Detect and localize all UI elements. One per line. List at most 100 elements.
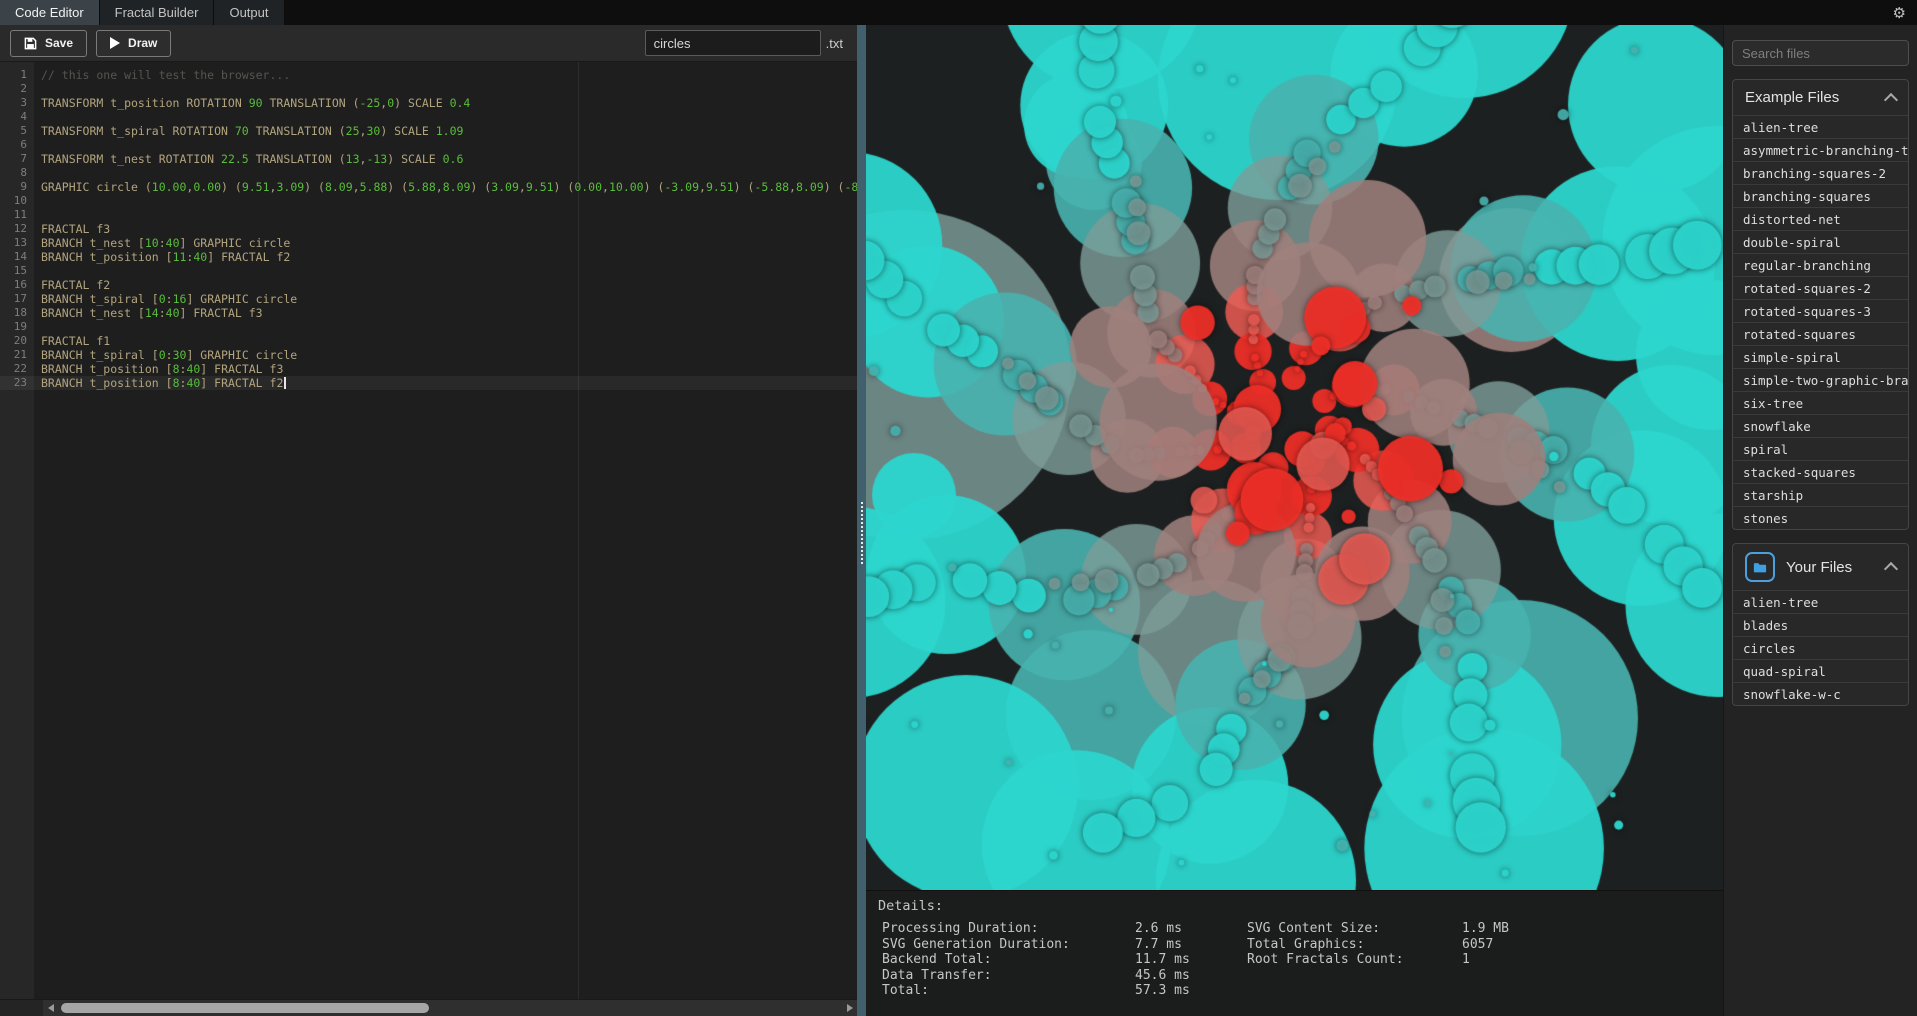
file-list-item[interactable]: alien-tree	[1733, 590, 1908, 613]
file-list-item[interactable]: distorted-net	[1733, 207, 1908, 230]
file-list-item[interactable]: snowflake	[1733, 414, 1908, 437]
pane-divider[interactable]	[857, 25, 866, 1016]
code-line[interactable]: 3TRANSFORM t_position ROTATION 90 TRANSL…	[0, 96, 857, 110]
scrollbar-track[interactable]	[58, 1000, 842, 1016]
file-list-item[interactable]: six-tree	[1733, 391, 1908, 414]
code-line[interactable]: 6	[0, 138, 857, 152]
code-line[interactable]: 22BRANCH t_position [8:40] FRACTAL f3	[0, 362, 857, 376]
your-files-header[interactable]: Your Files	[1733, 544, 1908, 590]
code-line[interactable]: 18BRANCH t_nest [14:40] FRACTAL f3	[0, 306, 857, 320]
save-button[interactable]: Save	[10, 30, 87, 57]
line-number: 5	[0, 124, 27, 138]
code-text: BRANCH t_spiral [0:30] GRAPHIC circle	[27, 348, 297, 362]
open-folder-button[interactable]	[1745, 552, 1775, 582]
chevron-up-icon	[1884, 92, 1898, 106]
file-list-item[interactable]: regular-branching	[1733, 253, 1908, 276]
line-number: 2	[0, 82, 27, 96]
file-list-item[interactable]: rotated-squares-3	[1733, 299, 1908, 322]
code-line[interactable]: 14BRANCH t_position [11:40] FRACTAL f2	[0, 250, 857, 264]
divider-grip[interactable]	[858, 506, 865, 560]
detail-value: 6057	[1462, 937, 1493, 953]
file-list-item[interactable]: circles	[1733, 636, 1908, 659]
file-list-item[interactable]: blades	[1733, 613, 1908, 636]
your-files-list: alien-treebladescirclesquad-spiralsnowfl…	[1733, 590, 1908, 705]
file-list-item[interactable]: branching-squares-2	[1733, 161, 1908, 184]
file-list-item[interactable]: asymmetric-branching-t	[1733, 138, 1908, 161]
code-line[interactable]: 4	[0, 110, 857, 124]
draw-label: Draw	[128, 36, 157, 50]
files-sidebar: Example Files alien-treeasymmetric-branc…	[1723, 25, 1917, 1016]
code-text: TRANSFORM t_position ROTATION 90 TRANSLA…	[27, 96, 470, 110]
code-line[interactable]: 1// this one will test the browser...	[0, 68, 857, 82]
code-line[interactable]: 10	[0, 194, 857, 208]
file-list-item[interactable]: rotated-squares	[1733, 322, 1908, 345]
code-editor[interactable]: 1// this one will test the browser...23T…	[0, 62, 857, 999]
code-line[interactable]: 5TRANSFORM t_spiral ROTATION 70 TRANSLAT…	[0, 124, 857, 138]
detail-label: SVG Generation Duration:	[882, 937, 1135, 953]
code-line[interactable]: 16FRACTAL f2	[0, 278, 857, 292]
details-right-column: SVG Content Size:1.9 MBTotal Graphics:60…	[1247, 921, 1509, 999]
search-input[interactable]	[1732, 40, 1909, 66]
code-text	[27, 110, 41, 124]
file-list-item[interactable]: starship	[1733, 483, 1908, 506]
play-icon	[110, 37, 120, 49]
code-line[interactable]: 12FRACTAL f3	[0, 222, 857, 236]
example-files-header[interactable]: Example Files	[1733, 80, 1908, 115]
line-number: 9	[0, 180, 27, 194]
scroll-left-arrow-icon	[48, 1004, 54, 1012]
detail-row: Backend Total:11.7 ms	[882, 952, 1245, 968]
code-text: FRACTAL f2	[27, 278, 110, 292]
file-list-item[interactable]: rotated-squares-2	[1733, 276, 1908, 299]
code-line[interactable]: 11	[0, 208, 857, 222]
code-text	[27, 194, 41, 208]
file-list-item[interactable]: spiral	[1733, 437, 1908, 460]
settings-gear-icon[interactable]: ⚙	[1893, 0, 1906, 25]
code-text: BRANCH t_position [8:40] FRACTAL f3	[27, 362, 283, 376]
scroll-left-button[interactable]	[43, 1000, 58, 1016]
file-list-item[interactable]: simple-two-graphic-bra	[1733, 368, 1908, 391]
tab-code-editor[interactable]: Code Editor	[0, 0, 100, 25]
your-files-title: Your Files	[1786, 559, 1852, 576]
draw-button[interactable]: Draw	[96, 30, 171, 57]
code-line[interactable]: 9GRAPHIC circle (10.00,0.00) (9.51,3.09)…	[0, 180, 857, 194]
detail-label: Backend Total:	[882, 952, 1135, 968]
fractal-canvas[interactable]	[866, 25, 1723, 890]
filename-input[interactable]	[645, 30, 821, 56]
folder-icon	[1753, 561, 1767, 574]
code-line[interactable]: 17BRANCH t_spiral [0:16] GRAPHIC circle	[0, 292, 857, 306]
code-line[interactable]: 8	[0, 166, 857, 180]
code-line[interactable]: 23BRANCH t_position [8:40] FRACTAL f2	[0, 376, 857, 390]
line-number: 13	[0, 236, 27, 250]
tab-fractal-builder[interactable]: Fractal Builder	[100, 0, 215, 25]
filename-group: .txt	[645, 30, 847, 56]
file-list-item[interactable]: simple-spiral	[1733, 345, 1908, 368]
file-list-item[interactable]: double-spiral	[1733, 230, 1908, 253]
detail-label: Root Fractals Count:	[1247, 952, 1462, 968]
code-line[interactable]: 13BRANCH t_nest [10:40] GRAPHIC circle	[0, 236, 857, 250]
file-list-item[interactable]: branching-squares	[1733, 184, 1908, 207]
tab-output[interactable]: Output	[214, 0, 284, 25]
detail-label: Processing Duration:	[882, 921, 1135, 937]
file-list-item[interactable]: quad-spiral	[1733, 659, 1908, 682]
line-number: 14	[0, 250, 27, 264]
code-line[interactable]: 20FRACTAL f1	[0, 334, 857, 348]
file-list-item[interactable]: stones	[1733, 506, 1908, 529]
details-panel: Details: Processing Duration:2.6 msSVG G…	[866, 890, 1723, 1016]
file-list-item[interactable]: alien-tree	[1733, 115, 1908, 138]
code-text: BRANCH t_position [8:40] FRACTAL f2	[27, 376, 286, 390]
line-number: 22	[0, 362, 27, 376]
code-line[interactable]: 2	[0, 82, 857, 96]
detail-row: SVG Content Size:1.9 MB	[1247, 921, 1509, 937]
file-list-item[interactable]: stacked-squares	[1733, 460, 1908, 483]
line-number: 6	[0, 138, 27, 152]
detail-row: Total:57.3 ms	[882, 983, 1245, 999]
scrollbar-thumb[interactable]	[61, 1003, 429, 1013]
code-line[interactable]: 7TRANSFORM t_nest ROTATION 22.5 TRANSLAT…	[0, 152, 857, 166]
detail-value: 11.7 ms	[1135, 952, 1245, 968]
code-line[interactable]: 21BRANCH t_spiral [0:30] GRAPHIC circle	[0, 348, 857, 362]
code-line[interactable]: 15	[0, 264, 857, 278]
code-line[interactable]: 19	[0, 320, 857, 334]
horizontal-scrollbar[interactable]	[0, 999, 857, 1016]
file-list-item[interactable]: snowflake-w-c	[1733, 682, 1908, 705]
scroll-right-button[interactable]	[842, 1000, 857, 1016]
